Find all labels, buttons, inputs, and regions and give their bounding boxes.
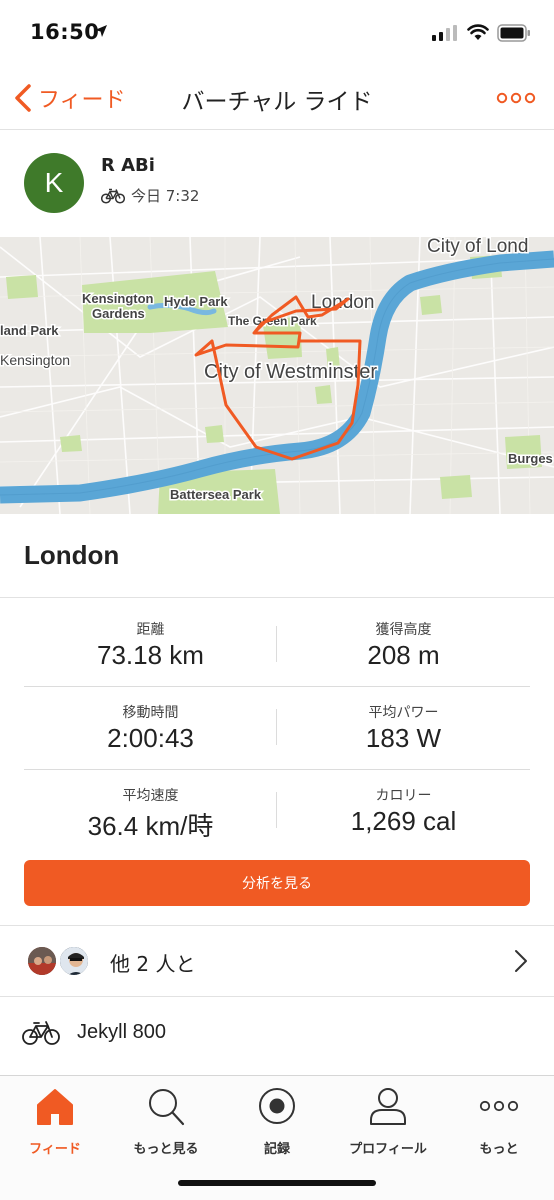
stat-label: 移動時間 [122, 705, 179, 721]
bike-icon [101, 188, 125, 204]
tab-label: 記録 [263, 1142, 290, 1157]
more-icon [479, 1100, 519, 1112]
stat-value: 183 W [365, 723, 442, 753]
map-label-kensington-gardens-2: Gardens [92, 306, 145, 321]
group-text: 他 2 人と [110, 952, 196, 976]
map-label-kensington: Kensington [0, 352, 70, 368]
more-options-icon[interactable] [496, 90, 536, 106]
gear-name: Jekyll 800 [77, 1021, 166, 1043]
status-bar: 16:50 [0, 0, 554, 68]
home-icon [37, 1089, 73, 1125]
activity-meta: 今日 7:32 [101, 185, 199, 206]
view-analysis-button[interactable]: 分析を見る [24, 860, 530, 906]
tab-label: プロフィール [349, 1142, 427, 1157]
group-avatar [26, 945, 58, 977]
wifi-icon [467, 24, 489, 40]
stat-calories: カロリー 1,269 cal [277, 770, 530, 853]
search-icon [149, 1089, 185, 1126]
group-activity-row[interactable]: 他 2 人と [0, 926, 554, 996]
map-label-holland-park: land Park [0, 323, 59, 338]
record-icon [259, 1088, 295, 1124]
map-label-city-of-london: City of Lond [427, 237, 528, 257]
stat-value: 208 m [367, 640, 440, 670]
nav-header: フィード バーチャル ライド [0, 68, 554, 130]
map-label-westminster: City of Westminster [204, 361, 377, 383]
tab-feed[interactable]: フィード [0, 1084, 110, 1157]
map-label-burgess: Burges [508, 451, 553, 466]
athlete-header: K R ABi 今日 7:32 [0, 131, 554, 237]
map-canvas: City of Lond Kensington Gardens Hyde Par… [0, 237, 554, 514]
cellular-signal-icon [432, 25, 457, 41]
stat-label: 平均速度 [122, 788, 179, 804]
stat-value: 1,269 cal [350, 806, 457, 836]
chevron-right-icon [515, 950, 527, 972]
stats-row: 距離 73.18 km 獲得高度 208 m [24, 604, 530, 687]
stat-value: 36.4 km/時 [87, 811, 214, 841]
tab-more[interactable]: もっと [444, 1084, 554, 1157]
group-avatar [58, 945, 90, 977]
location-arrow-icon [95, 25, 107, 37]
tab-profile[interactable]: プロフィール [333, 1084, 443, 1157]
stats-grid: 距離 73.18 km 獲得高度 208 m 移動時間 2:00:43 平均パワ… [24, 604, 530, 853]
stat-average-power: 平均パワー 183 W [277, 687, 530, 770]
activity-title: London [24, 540, 120, 570]
battery-icon [497, 24, 530, 42]
tab-label: もっと見る [133, 1142, 199, 1157]
gear-row: Jekyll 800 [0, 997, 554, 1073]
tab-label: フィード [29, 1142, 81, 1157]
map-label-hyde-park: Hyde Park [164, 294, 228, 309]
divider [0, 597, 554, 598]
profile-icon [370, 1088, 406, 1125]
stats-row: 移動時間 2:00:43 平均パワー 183 W [24, 687, 530, 770]
bike-icon [22, 1021, 60, 1045]
stat-value: 73.18 km [97, 640, 204, 670]
map-label-kensington-gardens-1: Kensington [82, 291, 154, 306]
stat-moving-time: 移動時間 2:00:43 [24, 687, 277, 770]
stat-elevation: 獲得高度 208 m [277, 604, 530, 687]
map-label-battersea: Battersea Park [170, 487, 262, 502]
stat-distance: 距離 73.18 km [24, 604, 277, 687]
stat-value: 2:00:43 [107, 723, 194, 753]
stat-label: 平均パワー [368, 705, 439, 721]
tab-label: もっと [479, 1142, 519, 1157]
avatar[interactable]: K [24, 153, 84, 213]
status-time: 16:50 [30, 20, 100, 44]
tab-explore[interactable]: もっと見る [111, 1084, 221, 1157]
stat-label: 獲得高度 [375, 622, 432, 638]
stat-label: 距離 [136, 622, 165, 638]
stats-row: 平均速度 36.4 km/時 カロリー 1,269 cal [24, 770, 530, 853]
home-indicator [178, 1180, 376, 1186]
activity-time: 今日 7:32 [131, 187, 200, 205]
page-title: バーチャル ライド [181, 89, 373, 115]
athlete-name[interactable]: R ABi [101, 155, 155, 176]
route-map[interactable]: City of Lond Kensington Gardens Hyde Par… [0, 237, 554, 514]
stat-label: カロリー [375, 788, 432, 804]
stat-average-speed: 平均速度 36.4 km/時 [24, 770, 277, 853]
tab-record[interactable]: 記録 [222, 1084, 332, 1157]
